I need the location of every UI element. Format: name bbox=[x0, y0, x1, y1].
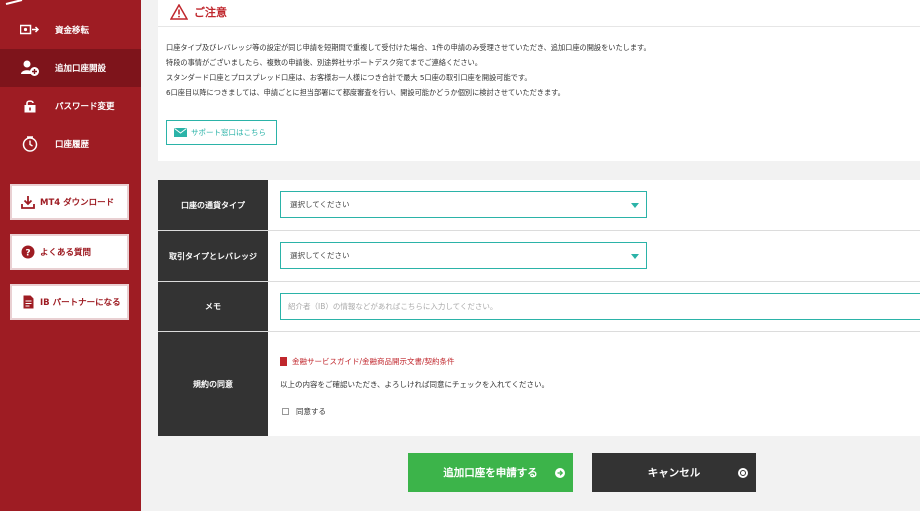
terms-instruction: 以上の内容をご確認いただき、よろしければ同意にチェックを入れてください。 bbox=[280, 380, 550, 389]
sidebar-item-label: 口座履歴 bbox=[55, 140, 90, 150]
notice-line: 口座タイプ及びレバレッジ等の設定が同じ申請を短期間で重複して受付けた場合、1件の… bbox=[166, 43, 651, 52]
close-circle-icon bbox=[738, 467, 748, 478]
notice-line: 特段の事情がございましたら、複数の申請後、別途弊社サポートデスク宛てまでご連絡く… bbox=[166, 58, 482, 67]
terms-label: 規約の同意 bbox=[158, 332, 268, 436]
faq-label: よくある質問 bbox=[40, 248, 92, 258]
checkbox-icon[interactable] bbox=[282, 408, 289, 415]
agree-label: 同意する bbox=[296, 407, 326, 416]
support-contact-button[interactable]: サポート窓口はこちら bbox=[166, 120, 277, 145]
application-form: 口座の通貨タイプ 選択してください 取引タイプとレバレッジ 選択してください メ… bbox=[158, 180, 920, 436]
trade-type-value: 選択してください bbox=[290, 251, 350, 260]
apply-label: 追加口座を申請する bbox=[443, 467, 538, 479]
notice-divider bbox=[158, 26, 920, 27]
terms-row: 規約の同意 金融サービスガイド/金融商品開示文書/契約条件 以上の内容をご確認い… bbox=[158, 332, 920, 436]
notice-panel: ご注意 口座タイプ及びレバレッジ等の設定が同じ申請を短期間で重複して受付けた場合… bbox=[158, 0, 920, 161]
faq-button[interactable]: ? よくある質問 bbox=[10, 234, 129, 270]
sidebar-top-stub bbox=[5, 0, 23, 5]
chevron-down-icon bbox=[631, 203, 639, 208]
document-icon bbox=[20, 294, 36, 310]
agree-checkbox[interactable]: 同意する bbox=[282, 406, 326, 417]
arrow-right-icon bbox=[555, 467, 565, 478]
sidebar: 資金移転 追加口座開設 パスワード変更 口座履歴 MT4 ダウンロード ? よく… bbox=[0, 0, 141, 511]
sidebar-item-label: 追加口座開設 bbox=[55, 64, 107, 74]
sidebar-item-add-account[interactable]: 追加口座開設 bbox=[0, 49, 141, 87]
notice-line: 6口座目以降につきましては、申請ごとに担当部署にて都度審査を行い、開設可能かどう… bbox=[166, 88, 565, 97]
mt4-download-label: MT4 ダウンロード bbox=[40, 198, 115, 208]
lock-icon bbox=[20, 97, 40, 115]
download-icon bbox=[20, 194, 36, 210]
sidebar-item-account-history[interactable]: 口座履歴 bbox=[0, 125, 141, 163]
ib-partner-label: IB パートナーになる bbox=[40, 298, 121, 308]
cancel-label: キャンセル bbox=[647, 467, 701, 479]
add-account-icon bbox=[20, 59, 40, 77]
question-icon: ? bbox=[20, 244, 36, 260]
notice-title: ご注意 bbox=[194, 6, 227, 19]
currency-type-value: 選択してください bbox=[290, 200, 350, 209]
cancel-button[interactable]: キャンセル bbox=[592, 453, 756, 492]
trade-type-label: 取引タイプとレバレッジ bbox=[158, 231, 268, 281]
apply-additional-account-button[interactable]: 追加口座を申請する bbox=[408, 453, 573, 492]
document-icon bbox=[280, 357, 287, 366]
sidebar-item-password-change[interactable]: パスワード変更 bbox=[0, 87, 141, 125]
terms-link-text: 金融サービスガイド/金融商品開示文書/契約条件 bbox=[292, 357, 455, 366]
currency-type-row: 口座の通貨タイプ 選択してください bbox=[158, 180, 920, 230]
memo-row: メモ bbox=[158, 282, 920, 331]
trade-type-row: 取引タイプとレバレッジ 選択してください bbox=[158, 231, 920, 281]
clock-icon bbox=[20, 135, 40, 153]
mail-icon bbox=[173, 128, 187, 138]
memo-input[interactable] bbox=[280, 293, 920, 320]
sidebar-item-label: 資金移転 bbox=[55, 26, 90, 36]
warning-icon bbox=[170, 4, 188, 20]
mt4-download-button[interactable]: MT4 ダウンロード bbox=[10, 184, 129, 220]
notice-text: 口座タイプ及びレバレッジ等の設定が同じ申請を短期間で重複して受付けた場合、1件の… bbox=[166, 40, 651, 100]
money-transfer-icon bbox=[20, 21, 40, 39]
memo-label: メモ bbox=[158, 282, 268, 331]
terms-document-link[interactable]: 金融サービスガイド/金融商品開示文書/契約条件 bbox=[280, 356, 455, 367]
ib-partner-button[interactable]: IB パートナーになる bbox=[10, 284, 129, 320]
chevron-down-icon bbox=[631, 254, 639, 259]
notice-header: ご注意 bbox=[170, 4, 227, 20]
notice-line: スタンダード口座とプロスプレッド口座は、お客様お一人様につき合計で最大 5口座の… bbox=[166, 73, 532, 82]
currency-type-label: 口座の通貨タイプ bbox=[158, 180, 268, 230]
sidebar-item-label: パスワード変更 bbox=[55, 102, 115, 112]
trade-type-select[interactable]: 選択してください bbox=[280, 242, 647, 269]
currency-type-select[interactable]: 選択してください bbox=[280, 191, 647, 218]
sidebar-item-fund-transfer[interactable]: 資金移転 bbox=[0, 11, 141, 49]
support-contact-label: サポート窓口はこちら bbox=[191, 128, 266, 137]
svg-text:?: ? bbox=[25, 249, 30, 259]
